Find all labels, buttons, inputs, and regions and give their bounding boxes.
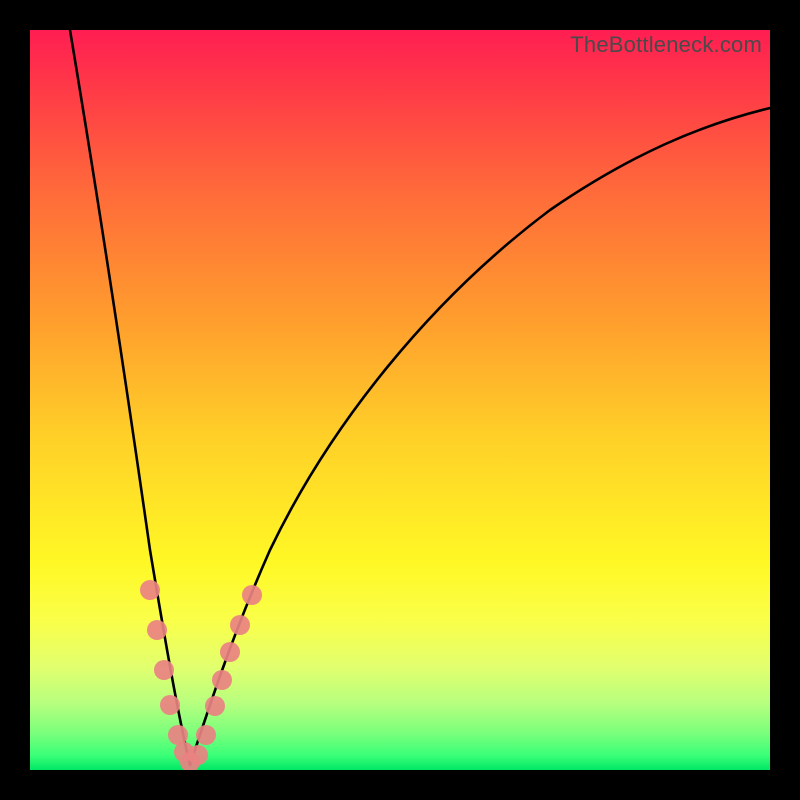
marker-dot bbox=[196, 725, 216, 745]
marker-dot bbox=[220, 642, 240, 662]
left-curve bbox=[70, 30, 190, 765]
marker-dot bbox=[140, 580, 160, 600]
watermark-text: TheBottleneck.com bbox=[570, 32, 762, 58]
marker-dot bbox=[242, 585, 262, 605]
marker-dot bbox=[230, 615, 250, 635]
marker-dot bbox=[160, 695, 180, 715]
marker-dot bbox=[205, 696, 225, 716]
chart-frame: TheBottleneck.com bbox=[0, 0, 800, 800]
plot-area: TheBottleneck.com bbox=[30, 30, 770, 770]
curve-layer bbox=[30, 30, 770, 770]
marker-dot bbox=[147, 620, 167, 640]
marker-dot bbox=[212, 670, 232, 690]
right-curve bbox=[190, 108, 770, 765]
marker-dot bbox=[154, 660, 174, 680]
marker-dot bbox=[188, 745, 208, 765]
